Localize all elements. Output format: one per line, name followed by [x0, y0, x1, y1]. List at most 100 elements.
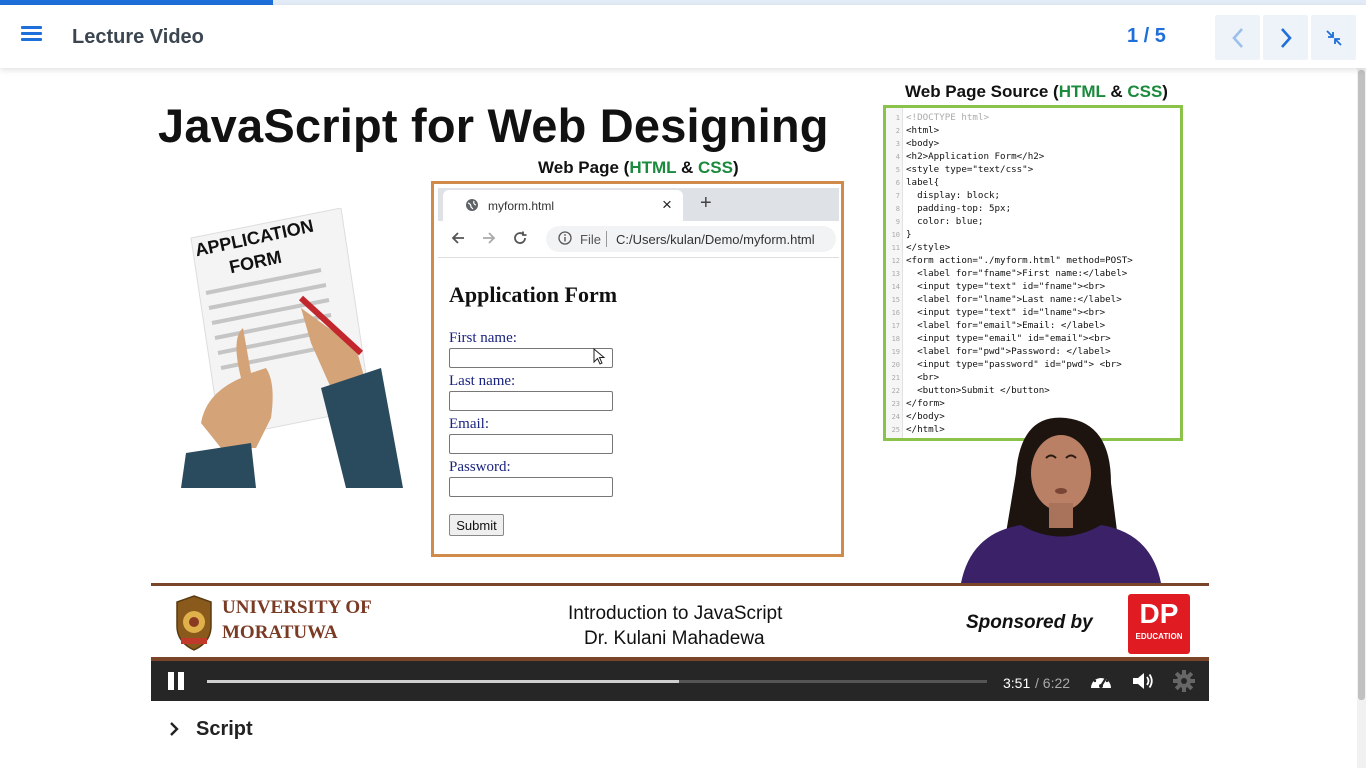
- info-icon: [558, 231, 572, 245]
- chevron-right-icon: [170, 722, 179, 736]
- pause-button[interactable]: [167, 672, 187, 690]
- slide-counter: 1 / 5: [1127, 25, 1166, 47]
- browser-tab-title: myform.html: [488, 199, 554, 213]
- reload-icon: [514, 231, 527, 244]
- code-text: </body>: [906, 411, 945, 422]
- chevron-left-icon: [1231, 27, 1243, 48]
- seek-bar-played: [207, 680, 679, 683]
- code-line: 6 label{: [886, 176, 1180, 190]
- code-text: <body>: [906, 138, 940, 149]
- video-player[interactable]: JavaScript for Web Designing APPLICATION…: [151, 68, 1209, 701]
- code-text: <h2>Application Form</h2>: [906, 151, 1045, 162]
- scrollbar-thumb[interactable]: [1358, 70, 1365, 700]
- browser-url-field: File C:/Users/kulan/Demo/myform.html: [546, 226, 836, 252]
- code-line: 14 <input type="text" id="fname"><br>: [886, 280, 1180, 294]
- code-text: </style>: [906, 242, 951, 253]
- playback-speed-button[interactable]: [1089, 670, 1113, 692]
- code-text: display: block;: [906, 190, 1001, 201]
- collapse-button[interactable]: [1311, 15, 1356, 60]
- code-line: 21 <br>: [886, 371, 1180, 385]
- settings-button[interactable]: [1173, 670, 1197, 692]
- forward-arrow-icon: [483, 232, 496, 244]
- course-title: Introduction to JavaScript: [568, 603, 783, 624]
- script-toggle[interactable]: Script: [164, 712, 284, 746]
- player-controls: 3:51 / 6:22: [151, 661, 1209, 701]
- code-line: 2 <html>: [886, 124, 1180, 138]
- lecturer-name: Dr. Kulani Mahadewa: [584, 628, 765, 649]
- university-crest-icon: [176, 595, 212, 651]
- url-scheme: File: [580, 232, 601, 247]
- form-submit-button: Submit: [449, 514, 504, 536]
- code-text: <label for="email">Email: </label>: [906, 320, 1106, 331]
- new-tab-icon: +: [700, 192, 712, 214]
- browser-tab: myform.html ×: [443, 190, 683, 221]
- code-text: <input type="email" id="email"><br>: [906, 333, 1111, 344]
- collapse-icon: [1325, 29, 1342, 46]
- form-input-last-name: [449, 391, 613, 411]
- code-text: <label for="fname">First name:</label>: [906, 268, 1128, 279]
- university-name-line2: MORATUWA: [222, 622, 338, 643]
- code-text: <label for="pwd">Password: </label>: [906, 346, 1111, 357]
- form-label-first-name: First name:: [449, 330, 517, 346]
- application-form-illustration: APPLICATION FORM: [181, 207, 411, 488]
- web-page-caption: Web Page (HTML & CSS): [538, 158, 739, 177]
- form-heading: Application Form: [449, 282, 618, 307]
- form-input-first-name: [449, 348, 613, 368]
- browser-page: Application Form First name: Last name: …: [438, 260, 839, 552]
- source-caption: Web Page Source (HTML & CSS): [905, 82, 1168, 101]
- close-icon: ×: [662, 195, 672, 214]
- code-line: 15 <label for="lname">Last name:</label>: [886, 293, 1180, 307]
- code-text: <form action="./myform.html" method=POST…: [906, 255, 1133, 266]
- pause-icon: [168, 672, 174, 690]
- browser-mockup: myform.html × + File C:/Users/kulan/Demo…: [431, 181, 844, 557]
- form-input-email: [449, 434, 613, 454]
- gear-icon: [1173, 670, 1195, 692]
- form-input-password: [449, 477, 613, 497]
- code-line: 3 <body>: [886, 137, 1180, 151]
- code-line: 9 color: blue;: [886, 215, 1180, 229]
- code-line: 5 <style type="text/css">: [886, 163, 1180, 177]
- next-button[interactable]: [1263, 15, 1308, 60]
- presenter-video: [961, 413, 1161, 583]
- code-line: 20 <input type="password" id="pwd"> <br>: [886, 358, 1180, 372]
- code-text: <html>: [906, 125, 940, 136]
- code-text: color: blue;: [906, 216, 984, 227]
- code-line: 19 <label for="pwd">Password: </label>: [886, 345, 1180, 359]
- dp-education-logo: DP EDUCATION: [1128, 594, 1190, 654]
- slide-footer: UNIVERSITY OF MORATUWA Introduction to J…: [151, 583, 1209, 661]
- code-text: </html>: [906, 424, 945, 435]
- code-text: <br>: [906, 372, 940, 383]
- code-line: 11 </style>: [886, 241, 1180, 255]
- code-line: 23 </form>: [886, 397, 1180, 411]
- script-label: Script: [196, 718, 253, 740]
- volume-button[interactable]: [1131, 670, 1155, 692]
- seek-bar[interactable]: [207, 680, 987, 683]
- code-line: 1 <!DOCTYPE html>: [886, 111, 1180, 125]
- page-scrollbar[interactable]: [1357, 68, 1366, 768]
- total-time: / 6:22: [1035, 675, 1071, 691]
- slide-title: JavaScript for Web Designing: [158, 99, 829, 152]
- presenter-image: [961, 417, 1161, 583]
- code-line: 18 <input type="email" id="email"><br>: [886, 332, 1180, 346]
- lecture-header: Lecture Video 1 / 5: [0, 5, 1366, 68]
- mouse-cursor-icon: [593, 348, 606, 365]
- source-code-panel: 1 <!DOCTYPE html> 2 <html> 3 <body> 4 <h2>Appli…: [883, 105, 1183, 441]
- code-text: </form>: [906, 398, 945, 409]
- code-text: <input type="text" id="lname"><br>: [906, 307, 1106, 318]
- form-label-email: Email:: [449, 416, 489, 432]
- code-text: <button>Submit </button>: [906, 385, 1050, 396]
- form-label-password: Password:: [449, 459, 511, 475]
- page-title: Lecture Video: [72, 26, 204, 48]
- url-path: C:/Users/kulan/Demo/myform.html: [616, 232, 815, 247]
- code-text: <!DOCTYPE html>: [906, 112, 989, 123]
- browser-tab-bar: myform.html × +: [438, 188, 839, 221]
- menu-icon: [21, 26, 42, 29]
- code-line: 22 <button>Submit </button>: [886, 384, 1180, 398]
- menu-button[interactable]: [18, 23, 46, 51]
- previous-button[interactable]: [1215, 15, 1260, 60]
- code-line: 7 display: block;: [886, 189, 1180, 203]
- university-name-line1: UNIVERSITY OF: [222, 597, 372, 618]
- sponsor-label: Sponsored by: [966, 612, 1093, 633]
- code-text: <input type="text" id="fname"><br>: [906, 281, 1106, 292]
- browser-address-bar: File C:/Users/kulan/Demo/myform.html: [438, 221, 839, 258]
